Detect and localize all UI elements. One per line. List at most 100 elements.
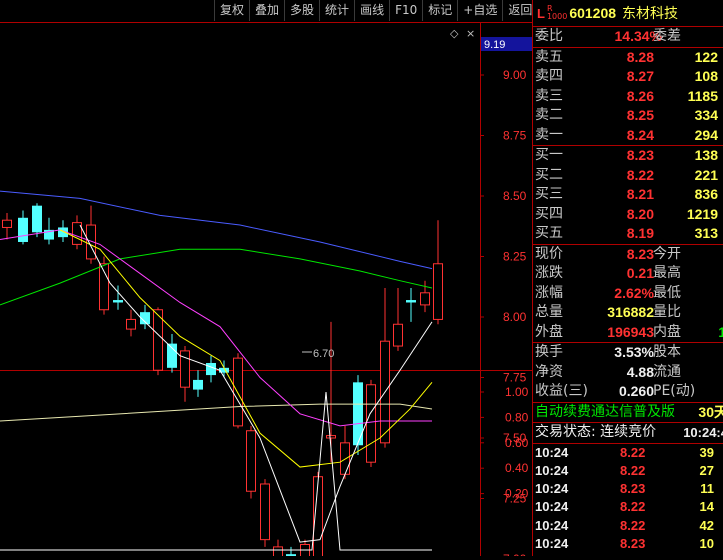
candle-body-down — [193, 379, 203, 390]
sell-level-label: 卖一 — [535, 126, 563, 143]
candle-body-up — [433, 263, 443, 320]
tick-volume: 11 — [700, 481, 714, 497]
sell-order-row[interactable]: 卖二 8.25 334 — [533, 106, 723, 126]
quote-value: 8.23 — [626, 245, 654, 262]
wei-bi-label: 委比 — [535, 28, 563, 44]
stock-header[interactable]: L R 1000 601208 东材科技 — [533, 0, 723, 27]
financial-value: 3.53% — [614, 344, 654, 360]
sell-order-row[interactable]: 卖五 8.28 122 — [533, 48, 723, 68]
buy-order-row[interactable]: 买二 8.22 221 — [533, 166, 723, 186]
buy-volume: 1219 — [686, 205, 718, 222]
sell-order-row[interactable]: 卖一 8.24 294 — [533, 126, 723, 146]
toolbar-button[interactable]: F10 — [389, 0, 422, 21]
diamond-icon: ◇ — [450, 27, 459, 40]
y-tick-label: 8.75 — [503, 129, 527, 143]
tick-volume: 42 — [699, 517, 714, 533]
indicator-tick-label: 1.00 — [505, 385, 529, 399]
buy-order-row[interactable]: 买五 8.19 313 — [533, 224, 723, 244]
tick-time: 10:24 — [535, 481, 569, 497]
sell-price: 8.28 — [626, 48, 654, 65]
status-row: 交易状态: 连续竞价 10:24:4 — [533, 422, 723, 443]
toolbar-button[interactable]: 标记 — [422, 0, 457, 21]
indicator-tick-label: 0.40 — [505, 461, 529, 475]
buy-volume: 313 — [694, 225, 718, 241]
tick-row[interactable]: 10:24 8.22 27 — [533, 462, 723, 480]
y-tick-label: 8.00 — [503, 310, 527, 324]
tick-price: 8.22 — [620, 517, 646, 533]
buy-price: 8.22 — [626, 166, 654, 183]
quote-value: 0.21 — [626, 265, 654, 281]
toolbar-button[interactable]: 叠加 — [249, 0, 284, 21]
quote-value: 2.62% — [614, 284, 654, 301]
toolbar-button[interactable]: 多股 — [284, 0, 319, 21]
candle-body-up — [273, 546, 283, 560]
buy-order-row[interactable]: 买四 8.20 1219 — [533, 205, 723, 225]
quote-label-2: 最低 — [653, 284, 681, 301]
financial-label: 收益(三) — [535, 383, 588, 399]
candle-body-up — [260, 483, 270, 541]
financial-stats: 换手 3.53% 股本 净资 4.88 流通 收益(三) 0.260 PE(动) — [533, 342, 723, 402]
tick-row[interactable]: 10:24 8.22 42 — [533, 517, 723, 535]
sell-order-row[interactable]: 卖四 8.27 108 — [533, 67, 723, 87]
service-days: 30天 — [698, 403, 723, 420]
tick-time: 10:24 — [535, 499, 569, 515]
quote-label-2: 内盘 — [653, 323, 681, 340]
kline-chart[interactable]: 9.008.758.508.258.007.757.507.257.009.19… — [0, 0, 532, 560]
financial-label: 净资 — [535, 363, 563, 380]
candle-body-up — [153, 309, 163, 371]
financial-value: 0.260 — [618, 383, 654, 399]
tick-price: 8.22 — [620, 462, 646, 478]
buy-order-row[interactable]: 买三 8.21 836 — [533, 185, 723, 205]
sell-orders: 卖五 8.28 122 卖四 8.27 108 卖三 8.26 1185 卖二 8.25 334 卖一 8… — [533, 46, 723, 146]
buy-orders: 买一 8.23 138 买二 8.22 221 买三 8.21 836 买四 8.20 1219 买五 8… — [533, 145, 723, 244]
ma5-line — [79, 224, 433, 543]
tick-volume: 14 — [699, 499, 714, 515]
toolbar-button[interactable]: 统计 — [319, 0, 354, 21]
service-text[interactable]: 自动续费通达信普及版 — [535, 403, 675, 423]
toolbar-button[interactable]: +自选 — [457, 0, 502, 21]
trade-status: 交易状态: 连续竞价 — [535, 424, 657, 440]
quote-label: 涨幅 — [535, 284, 563, 301]
y-tick-label: 9.00 — [503, 68, 527, 82]
toolbar-button[interactable]: 复权 — [214, 0, 249, 21]
low-marker-label: 6.70 — [313, 348, 334, 360]
tick-price: 8.23 — [620, 535, 646, 551]
tick-row[interactable]: 10:24 8.22 14 — [533, 498, 723, 516]
level-r-bottom: 1000 — [546, 12, 568, 21]
financial-value: 4.88 — [626, 363, 654, 380]
buy-volume: 221 — [694, 166, 718, 183]
candle-body-up — [2, 219, 12, 228]
tick-row[interactable]: 10:24 8.23 10 — [533, 535, 723, 553]
buy-volume: 138 — [694, 147, 718, 163]
buy-order-row[interactable]: 买一 8.23 138 — [533, 146, 723, 166]
quote-stats: 现价 8.23 今开 涨跌 0.21 最高 涨幅 2.62% 最低 总量 316882 量比 外盘 196… — [533, 243, 723, 343]
toolbar-button[interactable]: 画线 — [354, 0, 389, 21]
ma30-line — [0, 248, 433, 306]
tick-row[interactable]: 10:24 8.22 39 — [533, 444, 723, 462]
buy-price: 8.19 — [626, 225, 654, 241]
sell-order-row[interactable]: 卖三 8.26 1185 — [533, 87, 723, 107]
y-tick-label: 8.25 — [503, 250, 527, 264]
financial-label-2: 流通 — [653, 363, 681, 380]
quote-value: 196943 — [607, 323, 654, 340]
buy-price: 8.21 — [626, 186, 654, 202]
wei-bi-row: 委比 14.34% 委差 — [533, 27, 723, 47]
quote-value: 316882 — [607, 304, 654, 320]
tick-price: 8.22 — [620, 499, 646, 515]
candle-body-down — [113, 300, 123, 303]
financial-row: 收益(三) 0.260 PE(动) — [533, 382, 723, 402]
tick-row[interactable]: 10:24 8.23 11 — [533, 480, 723, 498]
sell-volume: 334 — [694, 107, 718, 123]
financial-label: 换手 — [535, 344, 563, 360]
sell-level-label: 卖四 — [535, 68, 563, 84]
candle-body-up — [233, 357, 243, 427]
tick-list[interactable]: 10:24 8.22 39 10:24 8.22 27 10:24 8.23 11 10:24 8.… — [533, 442, 723, 556]
candle-body-up — [366, 384, 376, 463]
kline-chart-area[interactable]: 复权 叠加 多股 统计 画线 F10 标记 +自选 返回 9.00 8.75 8.50 8.25 8.0… — [0, 0, 532, 560]
stock-name: 东材科技 — [622, 6, 679, 22]
y-tick-label: 7.00 — [503, 552, 527, 556]
service-row[interactable]: 自动续费通达信普及版 30天 — [533, 401, 723, 423]
quote-row: 涨跌 0.21 最高 — [533, 264, 723, 284]
quote-row: 外盘 196943内盘 1 — [533, 323, 723, 343]
tick-price: 8.22 — [620, 444, 646, 460]
